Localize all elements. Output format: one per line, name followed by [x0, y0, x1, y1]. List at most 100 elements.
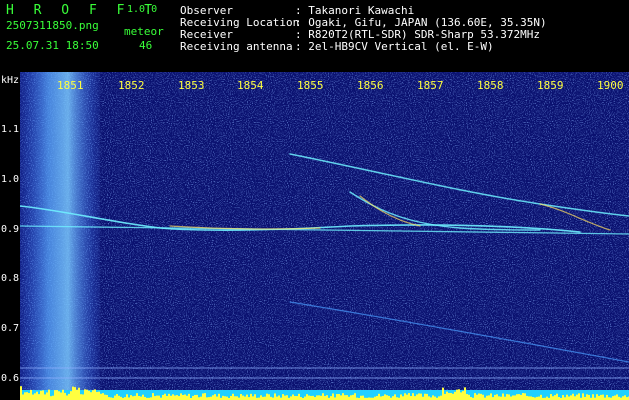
signal-bar [552, 396, 554, 400]
signal-bar [562, 395, 564, 400]
signal-bar [392, 396, 394, 400]
signal-bar [74, 387, 76, 400]
signal-bar [218, 393, 220, 400]
signal-bar [154, 396, 156, 400]
signal-bar [304, 396, 306, 400]
signal-bar [518, 394, 520, 400]
signal-bar [354, 393, 356, 400]
signal-bar [30, 389, 32, 400]
signal-bar [78, 387, 80, 400]
signal-bar [62, 389, 64, 400]
signal-bar [56, 390, 58, 400]
signal-bar [588, 394, 590, 400]
signal-bar [222, 395, 224, 400]
signal-bar [40, 390, 42, 400]
signal-bar [164, 393, 166, 400]
signal-bar [576, 394, 578, 400]
signal-bar [550, 394, 552, 400]
signal-bar [232, 393, 234, 400]
signal-bar [428, 396, 430, 400]
signal-bar [202, 393, 204, 400]
noise-layer [20, 72, 629, 400]
signal-bar [212, 395, 214, 400]
signal-bar [294, 396, 296, 400]
signal-bar [480, 393, 482, 400]
signal-bar [450, 393, 452, 400]
signal-bar [60, 392, 62, 400]
signal-bar [172, 394, 174, 400]
signal-bar [234, 396, 236, 400]
signal-bar [252, 396, 254, 400]
signal-bar [326, 395, 328, 400]
signal-bar [320, 395, 322, 400]
signal-bar [496, 394, 498, 400]
signal-bar [538, 396, 540, 400]
signal-bar [434, 396, 436, 400]
signal-bar [494, 394, 496, 400]
signal-bar [296, 396, 298, 400]
signal-bar [224, 396, 226, 400]
signal-bar [142, 394, 144, 400]
signal-bar [126, 394, 128, 400]
signal-bar [204, 393, 206, 400]
signal-bar [42, 390, 44, 400]
app-version: 1.0.0 [127, 4, 158, 15]
signal-bar [416, 394, 418, 400]
signal-bar [622, 396, 624, 400]
signal-bar [102, 393, 104, 400]
signal-bar [180, 393, 182, 400]
meteor-count: 46 [139, 39, 153, 52]
signal-bar [134, 395, 136, 400]
signal-bar [596, 394, 598, 400]
signal-bar [118, 395, 120, 400]
signal-bar [530, 396, 532, 400]
date-time: 25.07.31 18:50 [6, 39, 99, 52]
signal-bar [182, 394, 184, 400]
signal-bar [546, 396, 548, 400]
signal-bar [616, 394, 618, 400]
signal-bar [116, 394, 118, 400]
y-tick-2: 1.0 [1, 174, 20, 185]
signal-bar [420, 393, 422, 400]
signal-bar [386, 395, 388, 400]
signal-bar [380, 396, 382, 400]
signal-bar [476, 394, 478, 400]
signal-bar [490, 393, 492, 400]
signal-bar [230, 395, 232, 400]
signal-bar [64, 392, 66, 400]
signal-bar [104, 394, 106, 400]
signal-bar [192, 395, 194, 400]
x-tick-1900: 1900 [597, 79, 624, 92]
signal-bar [52, 395, 54, 400]
signal-bar [268, 394, 270, 400]
signal-bar [466, 394, 468, 400]
signal-bar [598, 395, 600, 400]
signal-bar [316, 395, 318, 400]
signal-bar [502, 393, 504, 400]
signal-bar [250, 393, 252, 400]
signal-bar [376, 395, 378, 400]
signal-bar [418, 393, 420, 400]
signal-bar [572, 393, 574, 400]
signal-bar [20, 386, 22, 400]
signal-bar [606, 394, 608, 400]
y-tick-3: 0.9 [1, 224, 20, 235]
signal-bar [338, 394, 340, 400]
signal-bar [260, 395, 262, 400]
x-tick-1851: 1851 [57, 79, 84, 92]
signal-bar [510, 396, 512, 400]
signal-bar [406, 394, 408, 400]
signal-bar [132, 396, 134, 400]
y-tick-5: 0.7 [1, 323, 20, 334]
signal-bar [186, 395, 188, 400]
x-tick-1852: 1852 [118, 79, 145, 92]
signal-bar [214, 394, 216, 400]
y-tick-4: 0.8 [1, 273, 20, 284]
signal-bar [478, 393, 480, 400]
signal-bar [506, 394, 508, 400]
signal-bar [276, 396, 278, 400]
signal-bar [310, 395, 312, 400]
signal-bar [66, 395, 68, 400]
signal-bar [516, 394, 518, 400]
signal-bar [34, 393, 36, 400]
